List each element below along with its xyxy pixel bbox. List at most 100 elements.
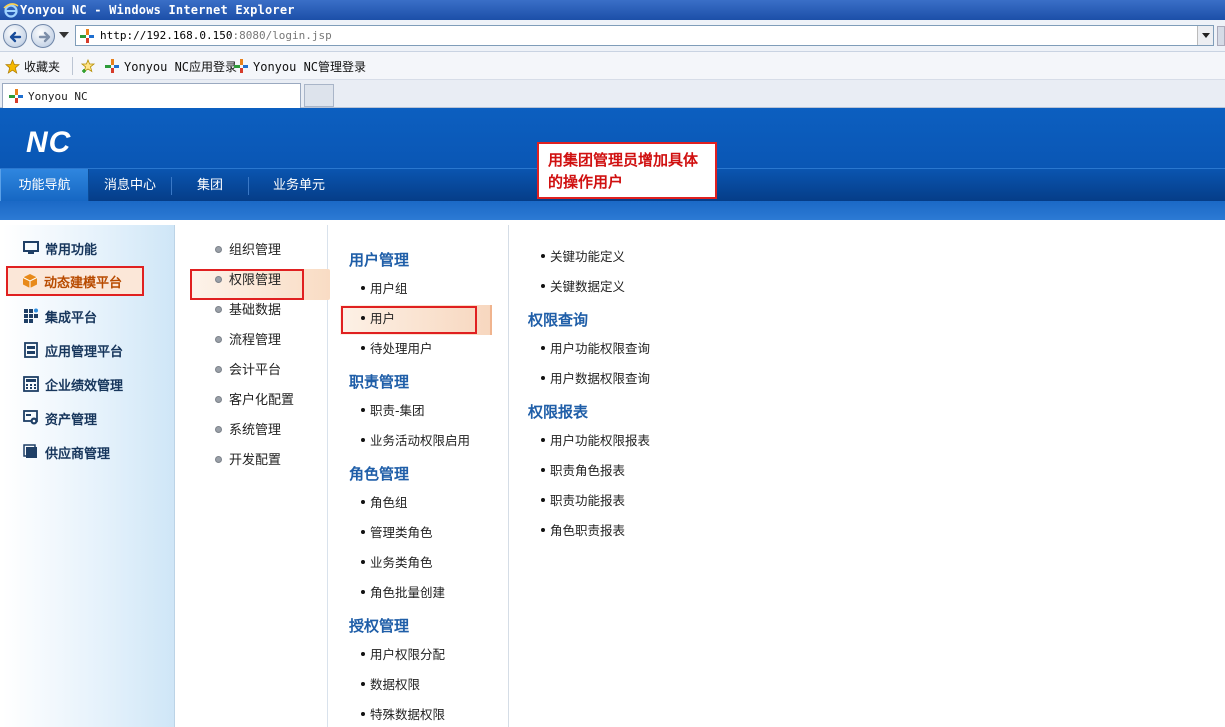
menu-group-title: 用户管理 [349, 251, 410, 269]
new-tab-button[interactable] [304, 84, 334, 107]
menu-item[interactable]: 特殊数据权限 [361, 706, 445, 724]
server-icon [24, 342, 38, 358]
favorite-link-app-login[interactable]: Yonyou NC应用登录 [104, 58, 237, 74]
menu-item-user[interactable]: 用户 [361, 310, 395, 328]
tab-function-nav[interactable]: 功能导航 [0, 169, 89, 202]
cube-icon [22, 274, 38, 288]
bullet-icon [215, 336, 222, 343]
menu-item[interactable]: 关键数据定义 [541, 278, 625, 296]
url-text: http://192.168.0.150:8080/login.jsp [100, 29, 332, 42]
module-item[interactable]: 基础数据 [215, 301, 281, 321]
bullet-icon [361, 682, 365, 686]
window-titlebar: Yonyou NC - Windows Internet Explorer [0, 0, 1225, 20]
history-dropdown-icon[interactable] [59, 32, 69, 38]
bullet-icon [361, 438, 365, 442]
url-dropdown-icon[interactable] [1197, 26, 1213, 45]
forward-button[interactable] [31, 24, 55, 48]
url-field[interactable]: http://192.168.0.150:8080/login.jsp [75, 25, 1214, 46]
menu-item[interactable]: 职责角色报表 [541, 462, 625, 480]
menu-item[interactable]: 数据权限 [361, 676, 420, 694]
module-item[interactable]: 客户化配置 [215, 391, 294, 411]
menu-group-title: 职责管理 [349, 373, 410, 391]
address-bar: http://192.168.0.150:8080/login.jsp [0, 20, 1225, 52]
sidebar-item-common-functions[interactable]: 常用功能 [3, 233, 175, 263]
menu-item[interactable]: 用户数据权限查询 [541, 370, 650, 388]
bullet-icon [541, 468, 545, 472]
menu-item[interactable]: 管理类角色 [361, 524, 433, 542]
sidebar-item-supplier[interactable]: 供应商管理 [3, 437, 175, 467]
module-item-permission[interactable]: 权限管理 [215, 271, 281, 291]
bullet-icon [361, 530, 365, 534]
sidebar-item-integration[interactable]: 集成平台 [3, 301, 175, 331]
arrow-left-icon [9, 31, 22, 43]
bullet-icon [215, 276, 222, 283]
sidebar-item-app-management[interactable]: 应用管理平台 [3, 335, 175, 365]
platform-sidebar: 常用功能 动态建模平台 集成平台 应用管理平台 企业绩效管理 资产管理 供应商管… [3, 225, 175, 727]
bullet-icon [541, 528, 545, 532]
module-item[interactable]: 系统管理 [215, 421, 281, 441]
monitor-icon [23, 241, 39, 254]
tab-business-unit[interactable]: 业务单元 [249, 169, 349, 202]
bullet-icon [215, 456, 222, 463]
add-favorite-button[interactable] [80, 58, 96, 74]
supplier-icon [23, 444, 37, 458]
bullet-icon [361, 590, 365, 594]
bullet-icon [361, 500, 365, 504]
menu-group-title: 权限查询 [528, 311, 589, 329]
module-item[interactable]: 会计平台 [215, 361, 281, 381]
module-item[interactable]: 组织管理 [215, 241, 281, 261]
bullet-icon [361, 652, 365, 656]
menu-item[interactable]: 用户组 [361, 280, 408, 298]
favorites-separator [72, 57, 73, 75]
function-menu-column-1: 用户管理 用户组 用户 待处理用户 职责管理 职责-集团 业务活动权限启用 角色… [329, 225, 509, 727]
menu-item[interactable]: 用户功能权限报表 [541, 432, 650, 450]
sidebar-item-dynamic-modeling[interactable]: 动态建模平台 [6, 266, 144, 296]
menu-item[interactable]: 待处理用户 [361, 340, 433, 358]
bullet-icon [215, 426, 222, 433]
window-title: Yonyou NC - Windows Internet Explorer [20, 3, 295, 17]
header-bottom-strip [0, 201, 1225, 220]
tab-group[interactable]: 集团 [172, 169, 248, 202]
bullet-icon [541, 498, 545, 502]
annotation-callout: 用集团管理员增加具体的操作用户 [537, 142, 717, 199]
favorite-link-admin-login[interactable]: Yonyou NC管理登录 [233, 58, 366, 74]
sidebar-item-assets[interactable]: 资产管理 [3, 403, 175, 433]
bullet-icon [361, 408, 365, 412]
back-button[interactable] [3, 24, 27, 48]
sidebar-item-performance[interactable]: 企业绩效管理 [3, 369, 175, 399]
arrow-right-icon [38, 31, 51, 43]
bullet-icon [215, 366, 222, 373]
calculator-icon [23, 376, 39, 392]
grid-icon [24, 308, 38, 323]
menu-group-title: 授权管理 [349, 617, 410, 635]
ie-logo-icon [3, 3, 19, 18]
menu-item[interactable]: 用户权限分配 [361, 646, 445, 664]
menu-item[interactable]: 业务类角色 [361, 554, 433, 572]
menu-item[interactable]: 用户功能权限查询 [541, 340, 650, 358]
favorites-button[interactable]: 收藏夹 [5, 58, 60, 74]
menu-item[interactable]: 职责功能报表 [541, 492, 625, 510]
yonyou-site-icon [9, 89, 23, 103]
add-favorite-icon [80, 58, 96, 73]
browser-tab[interactable]: Yonyou NC [2, 83, 301, 108]
tab-message-center[interactable]: 消息中心 [89, 169, 171, 202]
navigation-content: 常用功能 动态建模平台 集成平台 应用管理平台 企业绩效管理 资产管理 供应商管… [0, 220, 1225, 727]
bullet-icon [361, 560, 365, 564]
module-list: 组织管理 权限管理 基础数据 流程管理 会计平台 客户化配置 系统管理 开发配置 [175, 225, 330, 727]
menu-item[interactable]: 业务活动权限启用 [361, 432, 470, 450]
refresh-button[interactable] [1217, 26, 1225, 46]
menu-item[interactable]: 角色职责报表 [541, 522, 625, 540]
yonyou-site-icon [80, 29, 94, 43]
module-item[interactable]: 开发配置 [215, 451, 281, 471]
module-item[interactable]: 流程管理 [215, 331, 281, 351]
menu-item[interactable]: 角色组 [361, 494, 408, 512]
bullet-icon [361, 346, 365, 350]
menu-item[interactable]: 关键功能定义 [541, 248, 625, 266]
browser-tab-bar: Yonyou NC [0, 80, 1225, 108]
bullet-icon [541, 346, 545, 350]
menu-item[interactable]: 职责-集团 [361, 402, 425, 420]
yonyou-site-icon [105, 59, 119, 73]
favorites-bar: 收藏夹 Yonyou NC应用登录 Yonyou NC管理登录 [0, 52, 1225, 80]
menu-item[interactable]: 角色批量创建 [361, 584, 445, 602]
bullet-icon [541, 376, 545, 380]
